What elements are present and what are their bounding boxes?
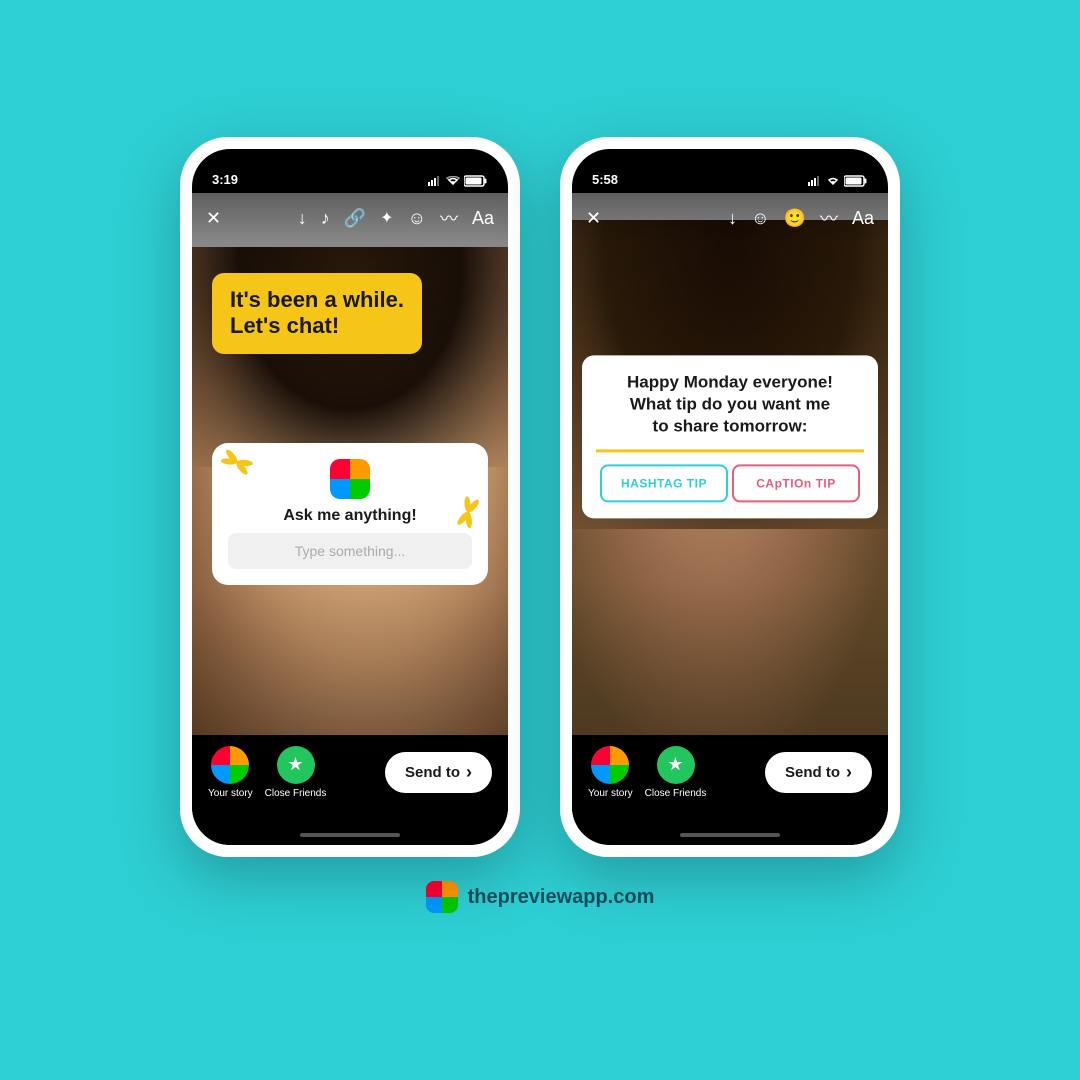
toolbar-left: ✕ ↓ ♪ 🔗 ✦ ☺ 〰 Aa: [192, 193, 508, 243]
your-story-option-left[interactable]: Your story: [208, 746, 253, 799]
footer-brand: thepreviewapp.com: [426, 881, 655, 913]
caption-text-right: Happy Monday everyone! What tip do you w…: [600, 371, 860, 437]
poll-hashtag-label: HASHTAG TIP: [621, 477, 707, 491]
bottom-bar-right: Your story ★ Close Friends Send to ›: [572, 735, 888, 825]
toolbar-right-icons-right: ↓ ☺ 🙂 〰 Aa: [728, 205, 874, 231]
story-options-right: Your story ★ Close Friends: [588, 746, 706, 799]
yellow-divider: [596, 450, 864, 453]
home-bar-right: [680, 833, 780, 837]
close-friends-icon-left: ★: [277, 746, 315, 784]
star-icon-left: ★: [287, 754, 303, 775]
phone-right: 5:58: [560, 137, 900, 857]
send-to-label-right: Send to: [785, 764, 840, 781]
close-icon-right[interactable]: ✕: [586, 208, 601, 229]
send-to-button-right[interactable]: Send to ›: [765, 752, 872, 793]
your-story-label-right: Your story: [588, 788, 633, 799]
poll-caption-btn[interactable]: CApTIOn TIP: [732, 465, 860, 503]
ask-logo-left: [330, 459, 370, 499]
send-to-button-left[interactable]: Send to ›: [385, 752, 492, 793]
time-left: 3:19: [212, 172, 238, 187]
chevron-right-icon-left: ›: [466, 762, 472, 783]
toolbar-right-icons-left: ↓ ♪ 🔗 ✦ ☺ 〰 Aa: [298, 205, 494, 231]
close-icon-left[interactable]: ✕: [206, 208, 221, 229]
phone-left: 3:19: [180, 137, 520, 857]
status-icons-left: [428, 175, 488, 187]
your-story-icon-right: [591, 746, 629, 784]
close-friends-icon-right: ★: [657, 746, 695, 784]
close-friends-label-right: Close Friends: [645, 788, 707, 799]
wave-icon-right[interactable]: 〰: [820, 205, 838, 231]
poll-hashtag-btn[interactable]: HASHTAG TIP: [600, 465, 728, 503]
caption-text-left: It's been a while. Let's chat!: [230, 287, 404, 340]
ask-input-left[interactable]: Type something...: [228, 533, 472, 569]
star-icon-right: ★: [667, 754, 683, 775]
face-icon-right[interactable]: ☺: [751, 208, 769, 229]
download-icon-left[interactable]: ↓: [298, 208, 307, 229]
story-options-left: Your story ★ Close Friends: [208, 746, 326, 799]
toolbar-right: ✕ ↓ ☺ 🙂 〰 Aa: [572, 193, 888, 243]
battery-icon-left: [464, 175, 488, 187]
signal-icon-right: [808, 176, 822, 186]
text-icon-left[interactable]: Aa: [472, 208, 494, 229]
poll-container-right: HASHTAG TIP CApTIOn TIP: [600, 465, 860, 503]
home-bar-left: [300, 833, 400, 837]
brand-url: thepreviewapp.com: [468, 886, 655, 909]
wifi-icon-left: [446, 176, 460, 186]
text-icon-right[interactable]: Aa: [852, 208, 874, 229]
time-right: 5:58: [592, 172, 618, 187]
battery-icon-right: [844, 175, 868, 187]
download-icon-right[interactable]: ↓: [728, 208, 737, 229]
sticker-icon-right[interactable]: 🙂: [784, 208, 806, 229]
link-icon-left[interactable]: 🔗: [344, 208, 366, 229]
send-to-label-left: Send to: [405, 764, 460, 781]
home-indicator-left: [192, 825, 508, 845]
signal-icon-left: [428, 176, 442, 186]
your-story-icon-left: [211, 746, 249, 784]
ask-title-left: Ask me anything!: [283, 507, 416, 525]
notch-right: [670, 149, 790, 175]
caption-right: Happy Monday everyone! What tip do you w…: [582, 355, 878, 518]
wave-icon-left[interactable]: 〰: [440, 205, 458, 231]
wifi-icon-right: [826, 176, 840, 186]
poll-caption-label: CApTIOn TIP: [756, 477, 836, 491]
brand-logo-icon: [426, 881, 458, 913]
home-indicator-right: [572, 825, 888, 845]
status-icons-right: [808, 175, 868, 187]
story-area-right: ✕ ↓ ☺ 🙂 〰 Aa Happy Monday everyone! What…: [572, 193, 888, 735]
phones-container: 3:19: [180, 137, 900, 857]
sparkle-icon-left[interactable]: ✦: [380, 208, 393, 228]
bottom-bar-left: Your story ★ Close Friends Send to ›: [192, 735, 508, 825]
story-area-left: ✕ ↓ ♪ 🔗 ✦ ☺ 〰 Aa It's been a while. Let'…: [192, 193, 508, 735]
music-icon-left[interactable]: ♪: [321, 208, 330, 229]
caption-left: It's been a while. Let's chat!: [212, 273, 422, 354]
close-friends-label-left: Close Friends: [265, 788, 327, 799]
your-story-label-left: Your story: [208, 788, 253, 799]
notch-left: [290, 149, 410, 175]
close-friends-option-right[interactable]: ★ Close Friends: [645, 746, 707, 799]
face-icon-left[interactable]: ☺: [408, 208, 426, 229]
your-story-option-right[interactable]: Your story: [588, 746, 633, 799]
close-friends-option-left[interactable]: ★ Close Friends: [265, 746, 327, 799]
chevron-right-icon-right: ›: [846, 762, 852, 783]
